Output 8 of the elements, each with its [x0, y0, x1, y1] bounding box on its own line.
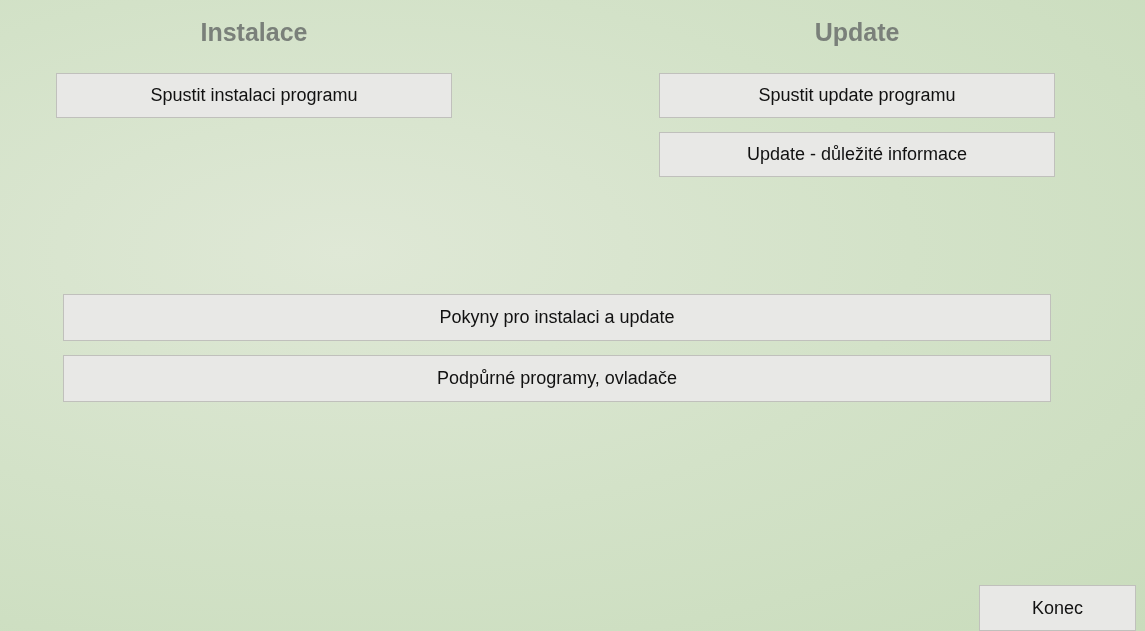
menu-button[interactable]: Podpůrné programy, ovladače	[63, 355, 1051, 402]
menu-button[interactable]: Update - důležité informace	[659, 132, 1055, 177]
section-heading: Instalace	[200, 18, 308, 47]
exit-button[interactable]: Konec	[979, 585, 1136, 631]
menu-button[interactable]: Spustit instalaci programu	[56, 73, 452, 118]
menu-button[interactable]: Pokyny pro instalaci a update	[63, 294, 1051, 341]
section-heading: Update	[814, 18, 900, 47]
menu-button[interactable]: Spustit update programu	[659, 73, 1055, 118]
